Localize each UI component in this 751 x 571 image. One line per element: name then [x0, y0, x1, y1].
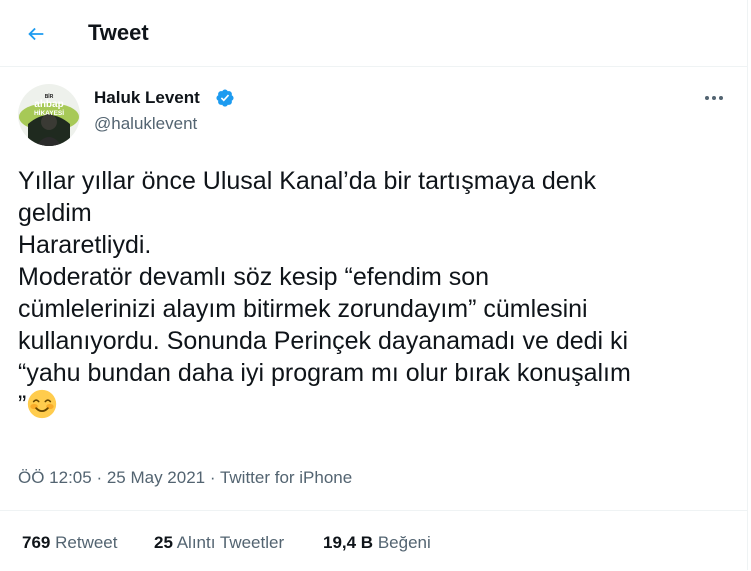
tweet-line: kullanıyordu. Sonunda Perinçek dayanamad… — [18, 327, 629, 355]
more-options-button[interactable] — [700, 86, 728, 110]
tweet-source-link[interactable]: Twitter for iPhone — [220, 468, 352, 487]
arrow-left-icon — [28, 27, 44, 41]
tweet-stats-bar: 769 Retweet 25 Alıntı Tweetler 19,4 B Be… — [0, 510, 747, 571]
tweet-text: Yıllar yıllar önce Ulusal Kanal’da bir t… — [18, 165, 738, 421]
more-dot-icon — [719, 96, 723, 100]
tweet-line-last: ” — [18, 389, 738, 421]
retweet-count: 769 — [22, 533, 51, 552]
quote-count: 25 — [154, 533, 173, 552]
tweet-line: Hararetliydi. — [18, 231, 152, 259]
tweet-detail-column: Tweet BİR ahbap HİKAYESİ Haluk Levent @h… — [0, 0, 748, 570]
tweet-line: “yahu bundan daha iyi program mı olur bı… — [18, 359, 631, 387]
meta-separator: · — [91, 468, 107, 487]
author-handle[interactable]: @haluklevent — [94, 114, 197, 134]
tweet-time-link[interactable]: ÖÖ 12:05 — [18, 468, 92, 487]
tweet-line: Yıllar yıllar önce Ulusal Kanal’da bir t… — [18, 167, 597, 195]
avatar[interactable]: BİR ahbap HİKAYESİ — [18, 84, 80, 146]
back-button[interactable] — [16, 16, 56, 52]
likes-stat[interactable]: 19,4 B Beğeni — [323, 533, 431, 553]
tweet-meta: ÖÖ 12:05 · 25 May 2021 · Twitter for iPh… — [18, 468, 352, 488]
avatar-text-bottom: HİKAYESİ — [34, 109, 64, 117]
avatar-text-middle: ahbap — [34, 99, 63, 110]
tweet-line: Moderatör devamlı söz kesip “efendim son — [18, 263, 490, 291]
page-title: Tweet — [88, 20, 149, 45]
closing-quote: ” — [18, 391, 27, 419]
meta-separator: · — [205, 468, 220, 487]
avatar-image: BİR ahbap HİKAYESİ — [18, 84, 80, 146]
like-count: 19,4 B — [323, 533, 374, 552]
tweet-line: geldim — [18, 199, 92, 227]
quote-label: Alıntı Tweetler — [176, 533, 285, 552]
verified-badge-icon — [216, 89, 234, 107]
retweets-stat[interactable]: 769 Retweet — [22, 533, 117, 553]
retweet-label: Retweet — [55, 533, 118, 552]
like-label: Beğeni — [377, 533, 431, 552]
tweet-date-link[interactable]: 25 May 2021 — [107, 468, 205, 487]
header-bar: Tweet — [0, 0, 747, 67]
author-name[interactable]: Haluk Levent — [94, 88, 200, 108]
smiling-face-icon — [28, 389, 57, 419]
tweet-line: cümlelerinizi alayım bitirmek zorundayım… — [18, 295, 588, 323]
quotes-stat[interactable]: 25 Alıntı Tweetler — [154, 533, 284, 553]
more-dot-icon — [712, 96, 716, 100]
more-dot-icon — [705, 96, 709, 100]
